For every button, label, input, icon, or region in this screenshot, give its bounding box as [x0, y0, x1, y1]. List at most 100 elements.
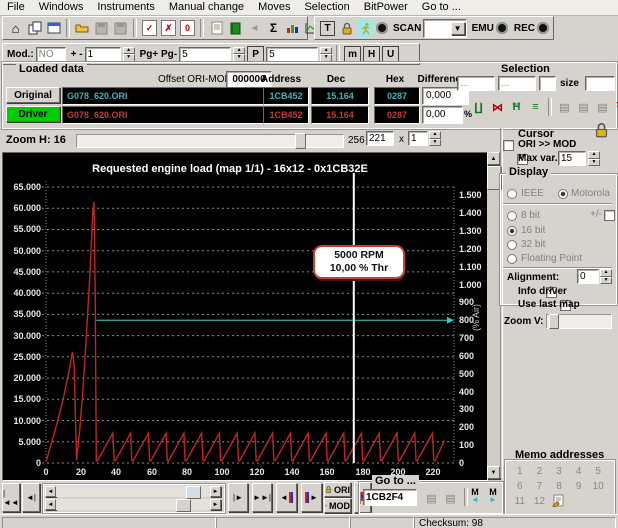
driver-cross-icon[interactable]: ✗	[160, 20, 177, 37]
memo-number[interactable]: 4	[569, 464, 589, 479]
save-as-icon[interactable]	[112, 20, 129, 37]
scan-select[interactable]: ▼	[423, 19, 466, 38]
memo-edit-icon[interactable]	[549, 494, 569, 512]
selection-end-field[interactable]	[498, 76, 536, 91]
menu-file[interactable]: File	[0, 0, 32, 14]
ieee-radio[interactable]	[507, 189, 517, 199]
p-box-icon[interactable]: P	[247, 46, 264, 63]
driver-file-field[interactable]: G078_620.ORI	[62, 106, 266, 124]
text-tool-icon[interactable]: T	[319, 20, 336, 37]
menu-bitpower[interactable]: BitPower	[357, 0, 415, 14]
reset-icon[interactable]: ↻	[613, 99, 618, 116]
motorola-radio[interactable]	[558, 189, 568, 199]
record-icon[interactable]	[376, 22, 388, 34]
scroll-down-icon[interactable]: ▼	[487, 466, 500, 479]
hscroll2-thumb[interactable]	[176, 499, 191, 512]
home-icon[interactable]: ⌂	[7, 20, 24, 37]
max-var-field[interactable]	[558, 151, 586, 166]
ori-mod-checkbox[interactable]	[503, 140, 514, 151]
select-row-icon[interactable]: Ħ	[508, 99, 525, 116]
menu-windows[interactable]: Windows	[32, 0, 91, 14]
select-all-icon[interactable]: ≡	[527, 99, 544, 116]
hscroll1-left-icon[interactable]: ◄	[45, 486, 56, 497]
zoom-v-slider-thumb[interactable]	[549, 314, 559, 329]
memo-prev-button[interactable]: M◄	[468, 488, 482, 503]
memo-number[interactable]: 5	[588, 464, 608, 479]
zoom-h-slider[interactable]	[76, 134, 344, 148]
deselect-icon[interactable]: ⋈	[489, 99, 506, 116]
lock-icon[interactable]	[338, 20, 355, 37]
p-field[interactable]	[266, 47, 318, 62]
mod-view-button[interactable]: MOD	[324, 498, 351, 513]
memo-number[interactable]: 12	[530, 494, 550, 512]
size-field[interactable]	[585, 76, 615, 91]
sigma-icon[interactable]: Σ	[265, 20, 282, 37]
ori-view-button[interactable]: ORI	[324, 482, 351, 497]
hscroll1-right-icon[interactable]: ►	[210, 486, 221, 497]
mod-value-field[interactable]	[36, 47, 66, 62]
hscroll1-thumb[interactable]	[186, 486, 201, 499]
prev-column-button[interactable]: ◄	[276, 483, 297, 512]
original-check-icon[interactable]: ✓	[141, 20, 158, 37]
step-spinner[interactable]: ▲▼	[123, 47, 135, 62]
bit32-radio[interactable]	[507, 240, 517, 250]
cursor-lock-icon[interactable]	[594, 122, 609, 141]
window-icon[interactable]	[45, 20, 62, 37]
memo-number[interactable]: 7	[530, 479, 550, 494]
memo-number[interactable]: 1	[510, 464, 530, 479]
map-list-next-icon[interactable]: ▤	[442, 490, 459, 507]
menu-selection[interactable]: Selection	[297, 0, 356, 14]
copy-icon[interactable]	[26, 20, 43, 37]
hscroll2-left-icon[interactable]: ◄	[45, 499, 56, 510]
selection-count-field[interactable]	[539, 76, 556, 91]
chart-plot[interactable]: Requested engine load (map 1/1) - 16x12 …	[2, 152, 488, 481]
map-list-prev-icon[interactable]: ▤	[423, 490, 440, 507]
alignment-spinner[interactable]: ▲▼	[600, 269, 612, 284]
bit16-radio[interactable]	[507, 226, 517, 236]
zoom-h-slider-thumb[interactable]	[295, 133, 306, 149]
nav-last-button[interactable]: ►►|	[252, 483, 272, 512]
menu-instruments[interactable]: Instruments	[90, 0, 161, 14]
nav-next-button[interactable]: |►	[228, 483, 248, 512]
move-selection-icon[interactable]: ▤	[575, 99, 592, 116]
min-box-icon[interactable]: m	[344, 46, 361, 63]
menu-goto[interactable]: Go to ...	[415, 0, 468, 14]
run-scan-icon[interactable]	[357, 20, 374, 37]
memo-number[interactable]: 3	[549, 464, 569, 479]
step-field[interactable]	[85, 47, 121, 62]
zoom-v-slider[interactable]	[546, 314, 612, 329]
memo-number[interactable]: 6	[510, 479, 530, 494]
selection-start-field[interactable]	[457, 76, 495, 91]
sign-checkbox[interactable]	[604, 210, 615, 221]
speaker-icon[interactable]: ◄	[246, 20, 263, 37]
memo-number[interactable]: 11	[510, 494, 530, 512]
emu-record-icon[interactable]	[496, 22, 508, 34]
memo-next-button[interactable]: M►	[486, 488, 500, 503]
goto-field[interactable]	[363, 489, 417, 506]
hscroll2-right-icon[interactable]: ►	[210, 499, 221, 510]
pg-spinner[interactable]: ▲▼	[233, 47, 245, 62]
bar-chart-icon[interactable]	[284, 20, 301, 37]
dropdown-arrow-icon[interactable]: ▼	[451, 22, 465, 35]
rec-record-icon[interactable]	[537, 22, 549, 34]
original-file-field[interactable]: G078_620.ORI	[62, 87, 266, 105]
scroll-up-icon[interactable]: ▲	[487, 152, 500, 165]
memo-number[interactable]: 9	[569, 479, 589, 494]
open-folder-icon[interactable]	[74, 20, 91, 37]
original-button[interactable]: Original	[6, 87, 60, 103]
rows-field[interactable]	[408, 131, 428, 146]
copy-selection-icon[interactable]: ▤	[556, 99, 573, 116]
p-spinner[interactable]: ▲▼	[320, 47, 332, 62]
floating-point-radio[interactable]	[507, 254, 517, 264]
menu-moves[interactable]: Moves	[251, 0, 297, 14]
notepad-icon[interactable]	[208, 20, 225, 37]
save-icon[interactable]	[93, 20, 110, 37]
bit8-radio[interactable]	[507, 211, 517, 221]
max-var-spinner[interactable]: ▲▼	[588, 151, 600, 166]
cols-field[interactable]	[366, 131, 394, 146]
memo-number[interactable]: 2	[530, 464, 550, 479]
u-box-icon[interactable]: U	[382, 46, 399, 63]
hex-view-icon[interactable]: 0	[179, 20, 196, 37]
paste-selection-icon[interactable]: ▤	[594, 99, 611, 116]
driver-button[interactable]: Driver	[6, 106, 60, 122]
